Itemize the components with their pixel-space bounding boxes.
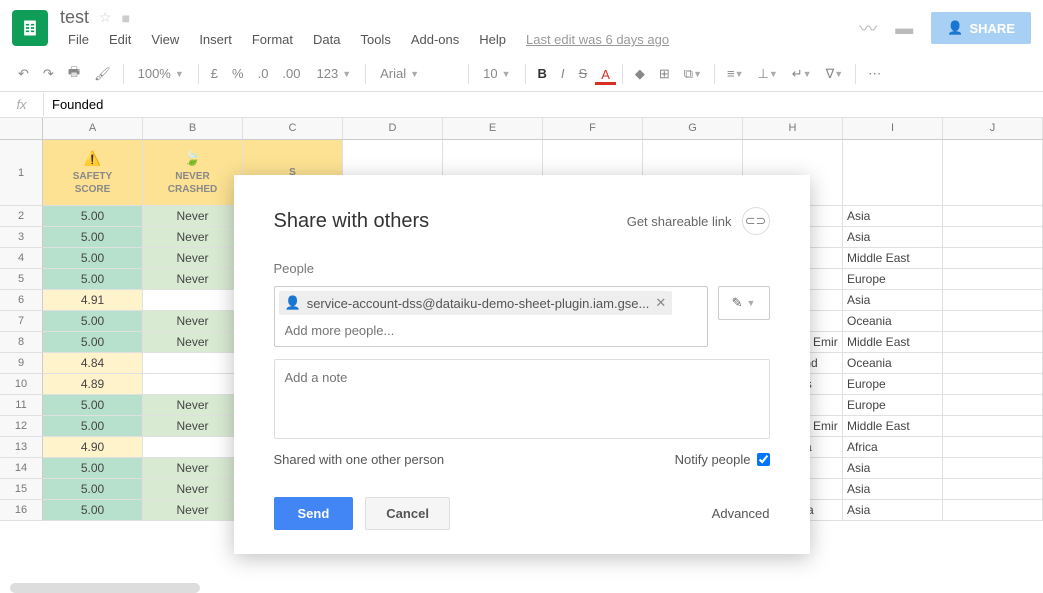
advanced-link[interactable]: Advanced — [712, 506, 770, 521]
notify-label: Notify people — [675, 452, 751, 467]
shareable-link-label: Get shareable link — [627, 214, 732, 229]
people-input-box[interactable]: 👤 service-account-dss@dataiku-demo-sheet… — [274, 286, 708, 347]
notify-checkbox-input[interactable] — [757, 453, 770, 466]
horizontal-scrollbar[interactable] — [10, 583, 200, 593]
chevron-down-icon: ▼ — [746, 298, 755, 308]
pencil-icon: ✎ — [732, 295, 743, 311]
chip-email-text: service-account-dss@dataiku-demo-sheet-p… — [307, 296, 650, 311]
share-modal: Share with others Get shareable link ⊂⊃ … — [234, 175, 810, 554]
get-shareable-link[interactable]: Get shareable link ⊂⊃ — [627, 207, 770, 235]
email-chip[interactable]: 👤 service-account-dss@dataiku-demo-sheet… — [279, 291, 673, 315]
send-button[interactable]: Send — [274, 497, 354, 530]
person-icon: 👤 — [285, 295, 301, 311]
add-people-input[interactable] — [277, 317, 705, 344]
modal-title: Share with others — [274, 210, 430, 233]
chip-remove-icon[interactable]: ✕ — [655, 295, 666, 311]
cancel-button[interactable]: Cancel — [365, 497, 450, 530]
people-label: People — [274, 261, 770, 276]
notify-people-checkbox[interactable]: Notify people — [675, 452, 770, 467]
link-icon: ⊂⊃ — [742, 207, 770, 235]
share-modal-overlay: Share with others Get shareable link ⊂⊃ … — [0, 0, 1043, 593]
permission-button[interactable]: ✎ ▼ — [718, 286, 770, 320]
note-input[interactable] — [274, 359, 770, 439]
shared-with-text: Shared with one other person — [274, 452, 445, 467]
